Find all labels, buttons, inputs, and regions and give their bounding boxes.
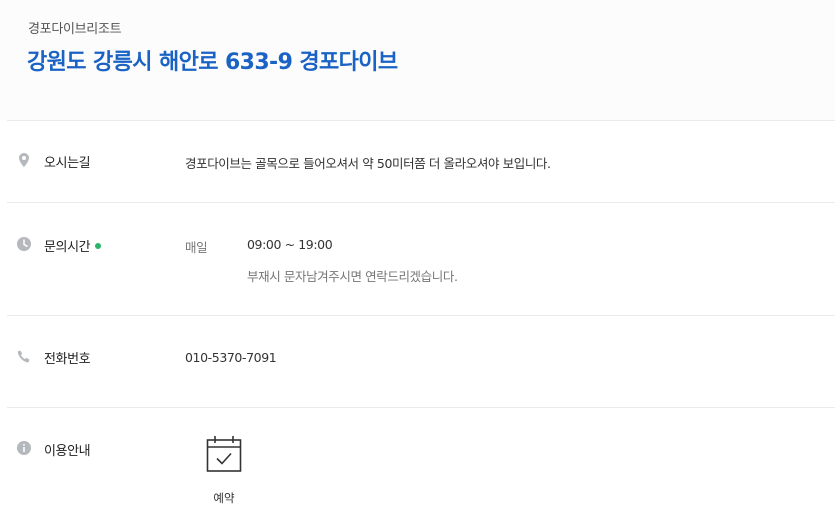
hours-time: 09:00 ~ 19:00 <box>247 237 333 252</box>
divider <box>7 315 835 316</box>
divider <box>7 120 835 121</box>
hours-label: 문의시간 <box>44 236 102 255</box>
phone-number[interactable]: 010-5370-7091 <box>185 350 277 365</box>
address-title: 강원도 강릉시 해안로 633-9 경포다이브 <box>27 50 398 75</box>
phone-icon <box>16 349 32 365</box>
hours-day: 매일 <box>185 240 208 255</box>
hours-note: 부재시 문자남겨주시면 연락드리겠습니다. <box>247 269 458 284</box>
info-icon <box>16 440 32 456</box>
place-header: 경포다이브리조트 강원도 강릉시 해안로 633-9 경포다이브 <box>0 0 835 120</box>
business-name: 경포다이브리조트 <box>28 22 122 37</box>
open-status-dot <box>95 243 102 249</box>
directions-label: 오시는길 <box>44 156 91 171</box>
divider <box>7 407 835 408</box>
phone-label: 전화번호 <box>44 352 91 367</box>
calendar-check-icon <box>206 435 242 473</box>
directions-text: 경포다이브는 골목으로 들어오셔서 약 50미터쯤 더 올라오셔야 보입니다. <box>185 156 551 171</box>
reserve-button[interactable]: 예약 <box>200 435 248 506</box>
usage-label: 이용안내 <box>44 444 91 459</box>
clock-icon <box>16 236 32 252</box>
location-pin-icon <box>16 152 32 168</box>
reserve-label: 예약 <box>213 491 235 505</box>
divider <box>7 202 835 203</box>
